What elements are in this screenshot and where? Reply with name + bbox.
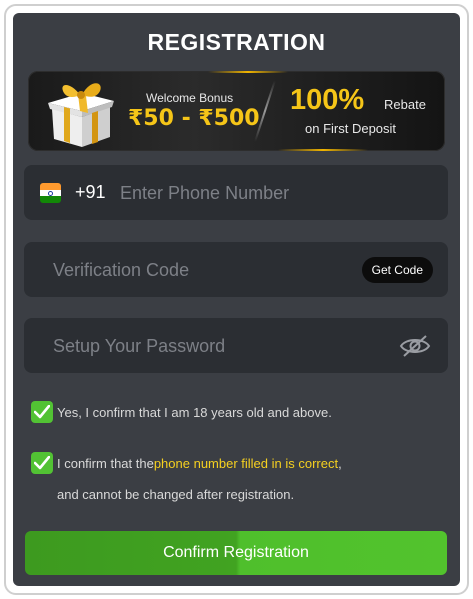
phone-field: +91: [24, 165, 448, 220]
get-code-button[interactable]: Get Code: [361, 257, 433, 283]
welcome-bonus-banner: Welcome Bonus ₹50 - ₹500 100% Rebate on …: [28, 71, 445, 151]
age-confirm-label: Yes, I confirm that I am 18 years old an…: [57, 405, 332, 420]
phone-input[interactable]: [120, 181, 420, 205]
password-input[interactable]: [53, 334, 373, 358]
checkmark-icon: [34, 405, 50, 419]
eye-slash-icon[interactable]: [398, 332, 432, 360]
password-field: [24, 318, 448, 373]
confirm-registration-button[interactable]: Confirm Registration: [25, 531, 447, 575]
rebate-percent: 100%: [290, 84, 365, 116]
phone-confirm-text-before: I confirm that the: [57, 456, 154, 471]
phone-confirm-highlight: phone number filled in is correct: [153, 456, 339, 471]
registration-panel: REGISTRATION Welcome Bonus ₹50 - ₹500 10…: [13, 13, 460, 586]
rebate-subtitle: on First Deposit: [305, 121, 397, 136]
phone-confirm-checkbox[interactable]: [31, 452, 53, 474]
banner-glow-bottom: [278, 149, 368, 151]
page-title: REGISTRATION: [147, 29, 326, 55]
gift-box-icon: [48, 83, 114, 147]
country-code[interactable]: +91: [75, 182, 106, 203]
age-confirm-checkbox[interactable]: [31, 401, 53, 423]
phone-confirm-text-after: ,: [338, 456, 342, 471]
verification-code-input[interactable]: [53, 258, 333, 282]
india-flag-icon[interactable]: [40, 183, 61, 203]
phone-confirm-label-line2: and cannot be changed after registration…: [57, 487, 295, 502]
bonus-label: Welcome Bonus: [146, 91, 234, 105]
banner-glow-top: [208, 71, 288, 73]
bonus-amount: ₹50 - ₹500: [128, 106, 260, 131]
phone-confirm-label: I confirm that thephone number filled in…: [57, 456, 342, 471]
checkmark-icon: [34, 456, 50, 470]
rebate-word: Rebate: [384, 97, 426, 112]
verification-code-field: Get Code: [24, 242, 448, 297]
